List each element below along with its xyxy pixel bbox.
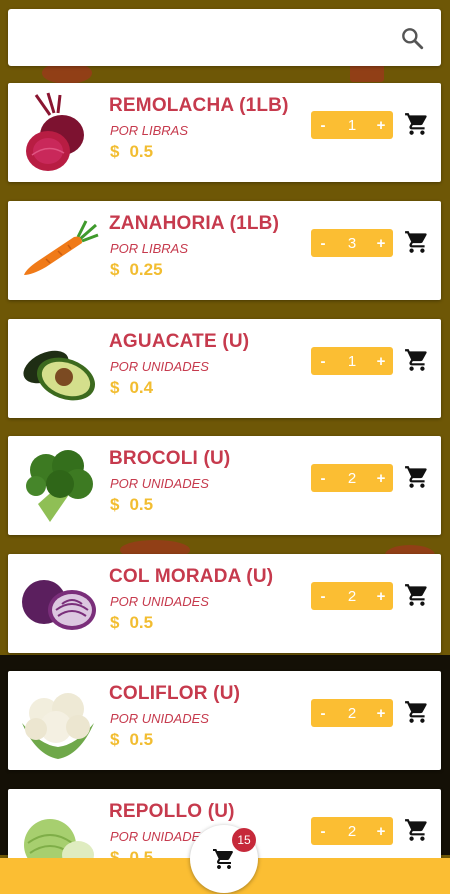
increase-button[interactable]: +	[369, 353, 393, 370]
beet-image	[26, 92, 84, 171]
product-name: REPOLLO (U)	[109, 801, 235, 822]
currency-symbol: $	[110, 378, 120, 397]
product-card: REMOLACHA (1LB) POR LIBRAS $0.5 - 1 +	[8, 83, 441, 182]
decrease-button[interactable]: -	[311, 117, 335, 134]
decrease-button[interactable]: -	[311, 353, 335, 370]
price-value: 0.5	[129, 142, 154, 161]
add-to-cart-icon[interactable]	[404, 699, 430, 725]
decrease-button[interactable]: -	[311, 588, 335, 605]
product-unit: POR LIBRAS	[110, 241, 189, 256]
product-unit: POR UNIDADES	[110, 359, 209, 374]
currency-symbol: $	[110, 730, 120, 749]
currency-symbol: $	[110, 142, 120, 161]
add-to-cart-icon[interactable]	[404, 817, 430, 843]
cart-count-badge: 15	[232, 828, 256, 852]
add-to-cart-icon[interactable]	[404, 111, 430, 137]
product-name: ZANAHORIA (1LB)	[109, 213, 280, 234]
decrease-button[interactable]: -	[311, 470, 335, 487]
currency-symbol: $	[110, 495, 120, 514]
increase-button[interactable]: +	[369, 235, 393, 252]
quantity-value: 2	[347, 587, 357, 605]
price-value: 0.4	[129, 378, 154, 397]
quantity-value: 1	[347, 352, 357, 370]
product-price: $0.5	[110, 613, 153, 633]
price-value: 0.5	[129, 730, 154, 749]
quantity-stepper: - 2 +	[311, 817, 393, 845]
product-card: ZANAHORIA (1LB) POR LIBRAS $0.25 - 3 +	[8, 201, 441, 300]
carrot-image	[24, 220, 99, 275]
product-card: COL MORADA (U) POR UNIDADES $0.5 - 2 +	[8, 554, 441, 653]
quantity-stepper: - 2 +	[311, 699, 393, 727]
quantity-stepper: - 2 +	[311, 582, 393, 610]
product-name: REMOLACHA (1LB)	[109, 95, 289, 116]
product-price: $0.5	[110, 495, 153, 515]
decrease-button[interactable]: -	[311, 823, 335, 840]
product-unit: POR UNIDADES	[110, 476, 209, 491]
product-name: BROCOLI (U)	[109, 448, 231, 469]
currency-symbol: $	[110, 613, 120, 632]
increase-button[interactable]: +	[369, 823, 393, 840]
currency-symbol: $	[110, 260, 120, 279]
product-price: $0.5	[110, 142, 153, 162]
quantity-stepper: - 3 +	[311, 229, 393, 257]
broccoli-image	[26, 450, 93, 522]
decrease-button[interactable]: -	[311, 235, 335, 252]
quantity-stepper: - 1 +	[311, 111, 393, 139]
add-to-cart-icon[interactable]	[404, 464, 430, 490]
product-unit: POR LIBRAS	[110, 123, 189, 138]
add-to-cart-icon[interactable]	[404, 229, 430, 255]
search-icon[interactable]	[399, 25, 425, 51]
quantity-value: 2	[347, 822, 357, 840]
price-value: 0.25	[129, 260, 163, 279]
product-price: $0.5	[110, 730, 153, 750]
increase-button[interactable]: +	[369, 470, 393, 487]
increase-button[interactable]: +	[369, 117, 393, 134]
increase-button[interactable]: +	[369, 588, 393, 605]
quantity-stepper: - 2 +	[311, 464, 393, 492]
product-name: COL MORADA (U)	[109, 566, 274, 587]
quantity-value: 3	[347, 234, 357, 252]
price-value: 0.5	[129, 613, 154, 632]
cart-icon	[213, 849, 233, 869]
search-bar	[8, 9, 441, 66]
quantity-value: 2	[347, 469, 357, 487]
add-to-cart-icon[interactable]	[404, 582, 430, 608]
add-to-cart-icon[interactable]	[404, 347, 430, 373]
product-card: COLIFLOR (U) POR UNIDADES $0.5 - 2 +	[8, 671, 441, 770]
avocado-image	[23, 350, 96, 401]
product-unit: POR UNIDADES	[110, 711, 209, 726]
product-price: $0.25	[110, 260, 163, 280]
product-price: $0.4	[110, 378, 153, 398]
decrease-button[interactable]: -	[311, 705, 335, 722]
red-cabbage-image	[22, 580, 96, 630]
search-input[interactable]	[20, 19, 384, 57]
product-name: COLIFLOR (U)	[109, 683, 241, 704]
product-card: BROCOLI (U) POR UNIDADES $0.5 - 2 +	[8, 436, 441, 535]
price-value: 0.5	[129, 495, 154, 514]
product-card: AGUACATE (U) POR UNIDADES $0.4 - 1 +	[8, 319, 441, 418]
quantity-value: 1	[347, 116, 357, 134]
product-unit: POR UNIDADES	[110, 594, 209, 609]
quantity-value: 2	[347, 704, 357, 722]
quantity-stepper: - 1 +	[311, 347, 393, 375]
product-name: AGUACATE (U)	[109, 331, 250, 352]
increase-button[interactable]: +	[369, 705, 393, 722]
cauliflower-image	[22, 693, 94, 759]
